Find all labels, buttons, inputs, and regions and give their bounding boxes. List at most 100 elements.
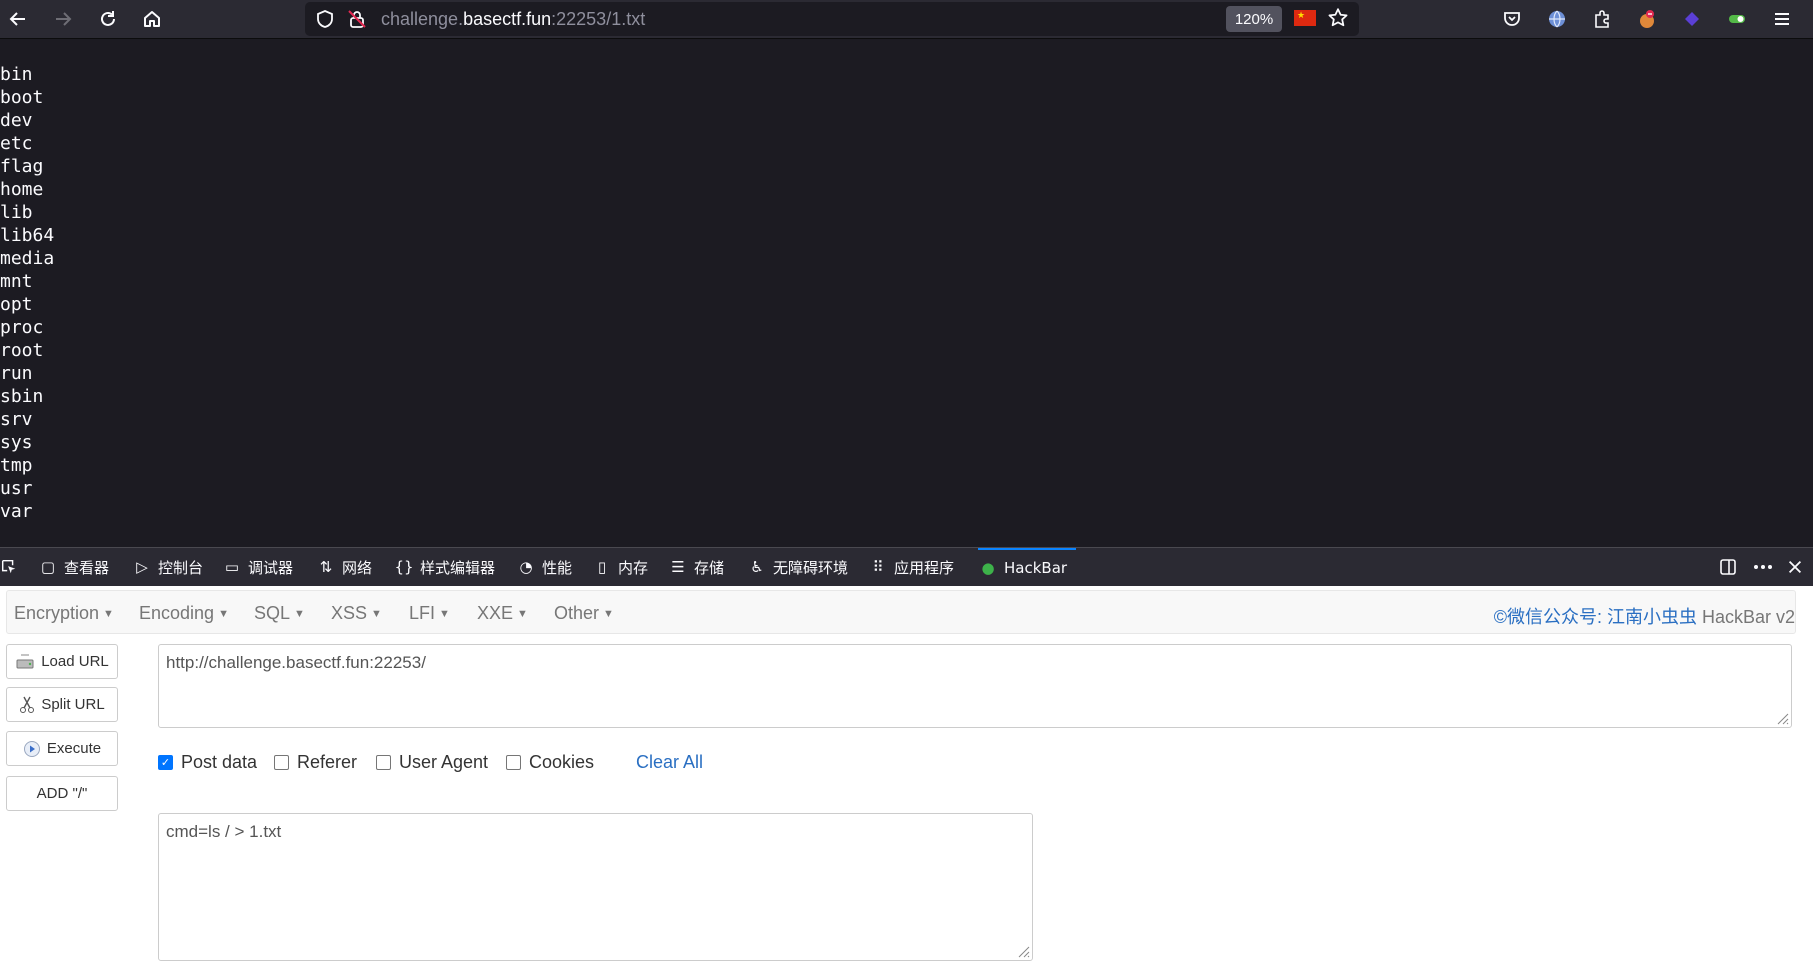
reload-button[interactable] — [93, 4, 123, 34]
tab-accessibility[interactable]: ♿ 无障碍环境 — [747, 548, 848, 586]
tab-label: 查看器 — [64, 558, 110, 577]
directory-entry: etc — [0, 133, 33, 154]
tab-network[interactable]: ⇅ 网络 — [316, 548, 372, 586]
resize-grip-icon[interactable] — [1775, 711, 1789, 725]
extension-toggle-button[interactable] — [1722, 4, 1752, 34]
puzzle-icon — [1595, 10, 1609, 28]
scissors-icon — [20, 696, 35, 713]
tab-label: HackBar — [1004, 559, 1068, 577]
storage-icon: ☰ — [671, 558, 685, 576]
address-bar[interactable]: challenge.basectf.fun:22253/1.txt 120% ★ — [305, 2, 1359, 36]
menu-button[interactable] — [1767, 4, 1797, 34]
directory-entry: mnt — [0, 271, 33, 292]
hackbar-panel: Encryption ▼ Encoding ▼ SQL ▼ XSS ▼ LFI ▼ XXE ▼ Othe… — [0, 586, 1813, 961]
shield-icon[interactable] — [315, 9, 335, 29]
dock-button[interactable] — [1718, 548, 1738, 586]
user-agent-checkbox[interactable] — [376, 755, 391, 770]
extensions-button[interactable] — [1587, 4, 1617, 34]
diamond-icon — [1685, 12, 1699, 26]
insecure-lock-icon[interactable] — [347, 9, 367, 29]
tab-console[interactable]: ▷ 控制台 — [132, 548, 203, 586]
home-icon — [144, 11, 160, 27]
tab-inspector[interactable]: ▢ 查看器 — [38, 548, 109, 586]
directory-entry: run — [0, 363, 33, 384]
url-text[interactable]: challenge.basectf.fun:22253/1.txt — [381, 9, 645, 30]
tab-debugger[interactable]: ▭ 调试器 — [222, 548, 293, 586]
referer-option[interactable]: Referer — [274, 752, 357, 773]
load-drive-icon — [16, 654, 34, 668]
caret-down-icon: ▼ — [103, 608, 114, 620]
close-icon — [1788, 560, 1802, 574]
directory-entry: media — [0, 248, 55, 269]
add-slash-button[interactable]: ADD "/" — [6, 776, 118, 811]
tab-style-editor[interactable]: {} 样式编辑器 — [394, 548, 495, 586]
brand-wechat-link[interactable]: ©微信公众号: 江南小虫虫 — [1494, 607, 1697, 627]
pocket-button[interactable] — [1497, 4, 1527, 34]
toggle-icon — [1729, 15, 1745, 23]
tab-label: 应用程序 — [894, 558, 955, 577]
post-data-option[interactable]: ✓ Post data — [158, 752, 257, 773]
globe-icon — [1549, 10, 1565, 28]
arrow-right-icon — [56, 12, 72, 26]
user-agent-option[interactable]: User Agent — [376, 752, 488, 773]
caret-down-icon: ▼ — [439, 608, 450, 620]
post-data-checkbox[interactable]: ✓ — [158, 755, 173, 770]
directory-entry: bin — [0, 64, 33, 85]
menu-label: XXE — [477, 603, 514, 623]
extension-globe-button[interactable] — [1542, 4, 1572, 34]
menu-lfi[interactable]: LFI ▼ — [409, 603, 450, 624]
execute-button[interactable]: Execute — [6, 731, 118, 766]
devtools-tabbar: ▢ 查看器 ▷ 控制台 ▭ 调试器 ⇅ 网络 {} 样式编辑器 ◔ 性能 ▯ 内存 ☰ 存储 ♿ 无障碍环境 ⠿ 应用… — [0, 547, 1813, 586]
directory-entry: dev — [0, 110, 33, 131]
menu-other[interactable]: Other ▼ — [554, 603, 614, 624]
console-icon: ▷ — [136, 558, 148, 576]
style-editor-icon: {} — [394, 558, 414, 576]
cookies-option[interactable]: Cookies — [506, 752, 594, 773]
directory-entry: flag — [0, 156, 44, 177]
tab-performance[interactable]: ◔ 性能 — [516, 548, 572, 586]
tab-hackbar[interactable]: ● HackBar — [978, 548, 1076, 586]
directory-entry: opt — [0, 294, 33, 315]
extension-diamond-button[interactable] — [1677, 4, 1707, 34]
home-button[interactable] — [137, 4, 167, 34]
back-button[interactable] — [3, 4, 33, 34]
more-dots-icon — [1754, 565, 1772, 569]
resize-grip-icon[interactable] — [1016, 944, 1030, 958]
tab-memory[interactable]: ▯ 内存 — [592, 548, 648, 586]
caret-down-icon: ▼ — [517, 608, 528, 620]
china-flag-icon[interactable]: ★ — [1294, 10, 1316, 26]
tab-label: 网络 — [342, 558, 373, 577]
reload-icon — [101, 11, 115, 26]
referer-checkbox[interactable] — [274, 755, 289, 770]
bookmark-star-icon[interactable] — [1327, 7, 1349, 29]
split-url-button[interactable]: Split URL — [6, 687, 118, 722]
menu-sql[interactable]: SQL ▼ — [254, 603, 305, 624]
debugger-icon: ▭ — [224, 558, 240, 576]
application-icon: ⠿ — [872, 558, 884, 576]
menu-encryption[interactable]: Encryption ▼ — [14, 603, 114, 624]
url-textarea[interactable]: http://challenge.basectf.fun:22253/ — [158, 644, 1792, 728]
load-url-button[interactable]: Load URL — [6, 644, 118, 679]
menu-label: Encryption — [14, 603, 100, 623]
tab-application[interactable]: ⠿ 应用程序 — [868, 548, 955, 586]
menu-label: SQL — [254, 603, 291, 623]
caret-down-icon: ▼ — [294, 608, 305, 620]
tab-label: 样式编辑器 — [420, 558, 496, 577]
post-data-textarea[interactable]: cmd=ls / > 1.txt — [158, 813, 1033, 961]
menu-encoding[interactable]: Encoding ▼ — [139, 603, 229, 624]
element-picker-button[interactable] — [0, 548, 18, 586]
pocket-icon — [1504, 12, 1520, 26]
menu-xss[interactable]: XSS ▼ — [331, 603, 382, 624]
menu-xxe[interactable]: XXE ▼ — [477, 603, 528, 624]
directory-entry: root — [0, 340, 44, 361]
clear-all-link[interactable]: Clear All — [636, 752, 703, 773]
cookies-checkbox[interactable] — [506, 755, 521, 770]
forward-button[interactable] — [48, 4, 78, 34]
devtools-options-button[interactable] — [1752, 548, 1774, 586]
zoom-level-badge[interactable]: 120% — [1226, 6, 1282, 32]
hackbar-menubar: Encryption ▼ Encoding ▼ SQL ▼ XSS ▼ LFI ▼ XXE ▼ Othe… — [6, 590, 1796, 634]
tab-storage[interactable]: ☰ 存储 — [668, 548, 724, 586]
extension-fox-button[interactable] — [1632, 4, 1662, 34]
close-devtools-button[interactable] — [1786, 548, 1804, 586]
menu-label: Encoding — [139, 603, 215, 623]
